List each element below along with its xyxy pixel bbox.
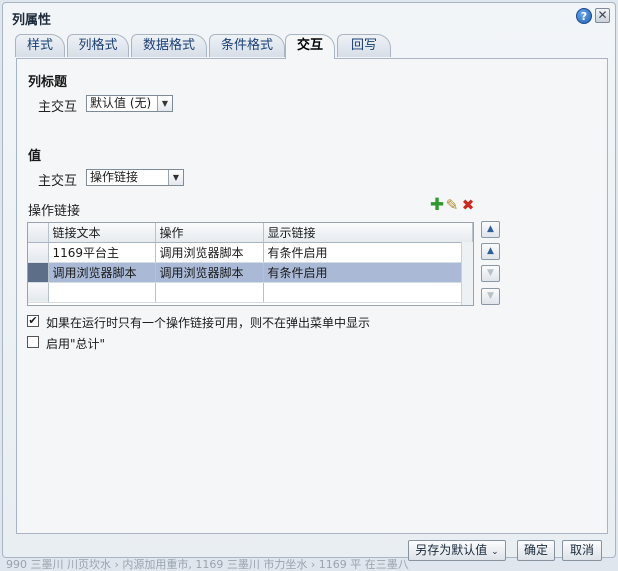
tab-data-format[interactable]: 数据格式 xyxy=(131,34,207,57)
ok-button[interactable]: 确定 xyxy=(517,540,555,561)
row-header[interactable] xyxy=(28,262,49,283)
cell-link-text[interactable]: 1169平台主 xyxy=(48,242,156,263)
cell-show-link[interactable] xyxy=(263,282,473,303)
table-row[interactable]: 1169平台主 调用浏览器脚本 有条件启用 xyxy=(28,242,473,263)
save-as-default-label: 另存为默认值 xyxy=(415,543,488,557)
column-header-show-link[interactable]: 显示链接 xyxy=(263,223,473,243)
value-primary-interaction-value: 操作链接 xyxy=(90,170,139,184)
edit-icon[interactable]: ✎ xyxy=(444,197,460,213)
chevron-down-icon: ▼ xyxy=(168,170,183,185)
action-links-table: 链接文本 操作 显示链接 1169平台主 调用浏览器脚本 有条件启用 调用浏览器… xyxy=(27,222,474,306)
column-header-primary-interaction-label: 主交互 xyxy=(38,100,78,115)
row-header[interactable] xyxy=(28,242,49,263)
save-as-default-button[interactable]: 另存为默认值 ⌄ xyxy=(408,540,506,561)
move-top-icon[interactable]: ▲ xyxy=(481,221,500,238)
hide-single-link-label: 如果在运行时只有一个操作链接可用，则不在弹出菜单中显示 xyxy=(46,316,371,330)
row-header-corner xyxy=(28,223,49,243)
move-up-icon[interactable]: ▲ xyxy=(481,243,500,260)
table-row[interactable]: 调用浏览器脚本 调用浏览器脚本 有条件启用 xyxy=(28,262,473,283)
column-header-primary-interaction-value: 默认值 (无) xyxy=(90,96,152,110)
cancel-button[interactable]: 取消 xyxy=(562,540,602,561)
table-header-row: 链接文本 操作 显示链接 xyxy=(28,223,473,243)
help-icon[interactable]: ? xyxy=(576,8,592,24)
row-header[interactable] xyxy=(28,282,49,303)
cell-link-text[interactable]: 调用浏览器脚本 xyxy=(48,262,156,283)
tab-style[interactable]: 样式 xyxy=(15,34,65,57)
column-header-action[interactable]: 操作 xyxy=(155,223,264,243)
value-section-title: 值 xyxy=(28,149,42,164)
close-icon[interactable]: ✕ xyxy=(595,8,610,23)
value-primary-interaction-label: 主交互 xyxy=(38,174,78,189)
add-icon[interactable]: ✚ xyxy=(429,197,445,214)
interaction-panel: 列标题 主交互 默认值 (无) ▼ 值 主交互 操作链接 ▼ 操作链接 ✚ ✎ … xyxy=(16,58,608,534)
cell-link-text[interactable] xyxy=(48,282,156,303)
cell-action[interactable]: 调用浏览器脚本 xyxy=(155,242,264,263)
dialog-title: 列属性 xyxy=(12,13,52,28)
delete-icon[interactable]: ✖ xyxy=(460,197,476,213)
cell-action[interactable]: 调用浏览器脚本 xyxy=(155,262,264,283)
move-down-icon[interactable]: ▼ xyxy=(481,265,500,282)
column-header-primary-interaction-select[interactable]: 默认值 (无) ▼ xyxy=(86,95,173,112)
tab-conditional-format[interactable]: 条件格式 xyxy=(209,34,285,57)
column-properties-dialog: 列属性 ? ✕ 样式 列格式 数据格式 条件格式 交互 回写 列标题 主交互 默… xyxy=(2,2,616,561)
tab-write-back[interactable]: 回写 xyxy=(337,34,391,57)
table-row[interactable] xyxy=(28,282,473,303)
enable-total-checkbox[interactable] xyxy=(27,336,39,348)
table-scrollbar[interactable] xyxy=(461,242,473,305)
value-primary-interaction-select[interactable]: 操作链接 ▼ xyxy=(86,169,184,186)
column-header-link-text[interactable]: 链接文本 xyxy=(48,223,156,243)
cell-show-link[interactable]: 有条件启用 xyxy=(263,262,473,283)
cell-action[interactable] xyxy=(155,282,264,303)
tab-interaction[interactable]: 交互 xyxy=(285,34,335,59)
chevron-down-icon: ⌄ xyxy=(491,547,499,557)
chevron-down-icon: ▼ xyxy=(157,96,172,111)
hide-single-link-checkbox[interactable]: ✔ xyxy=(27,315,39,327)
enable-total-label: 启用"总计" xyxy=(46,337,106,351)
dialog-titlebar: 列属性 ? ✕ xyxy=(3,3,615,31)
column-header-section-title: 列标题 xyxy=(28,75,68,90)
move-bottom-icon[interactable]: ▼ xyxy=(481,288,500,305)
tab-column-format[interactable]: 列格式 xyxy=(67,34,129,57)
cell-show-link[interactable]: 有条件启用 xyxy=(263,242,473,263)
action-links-title: 操作链接 xyxy=(28,204,81,219)
